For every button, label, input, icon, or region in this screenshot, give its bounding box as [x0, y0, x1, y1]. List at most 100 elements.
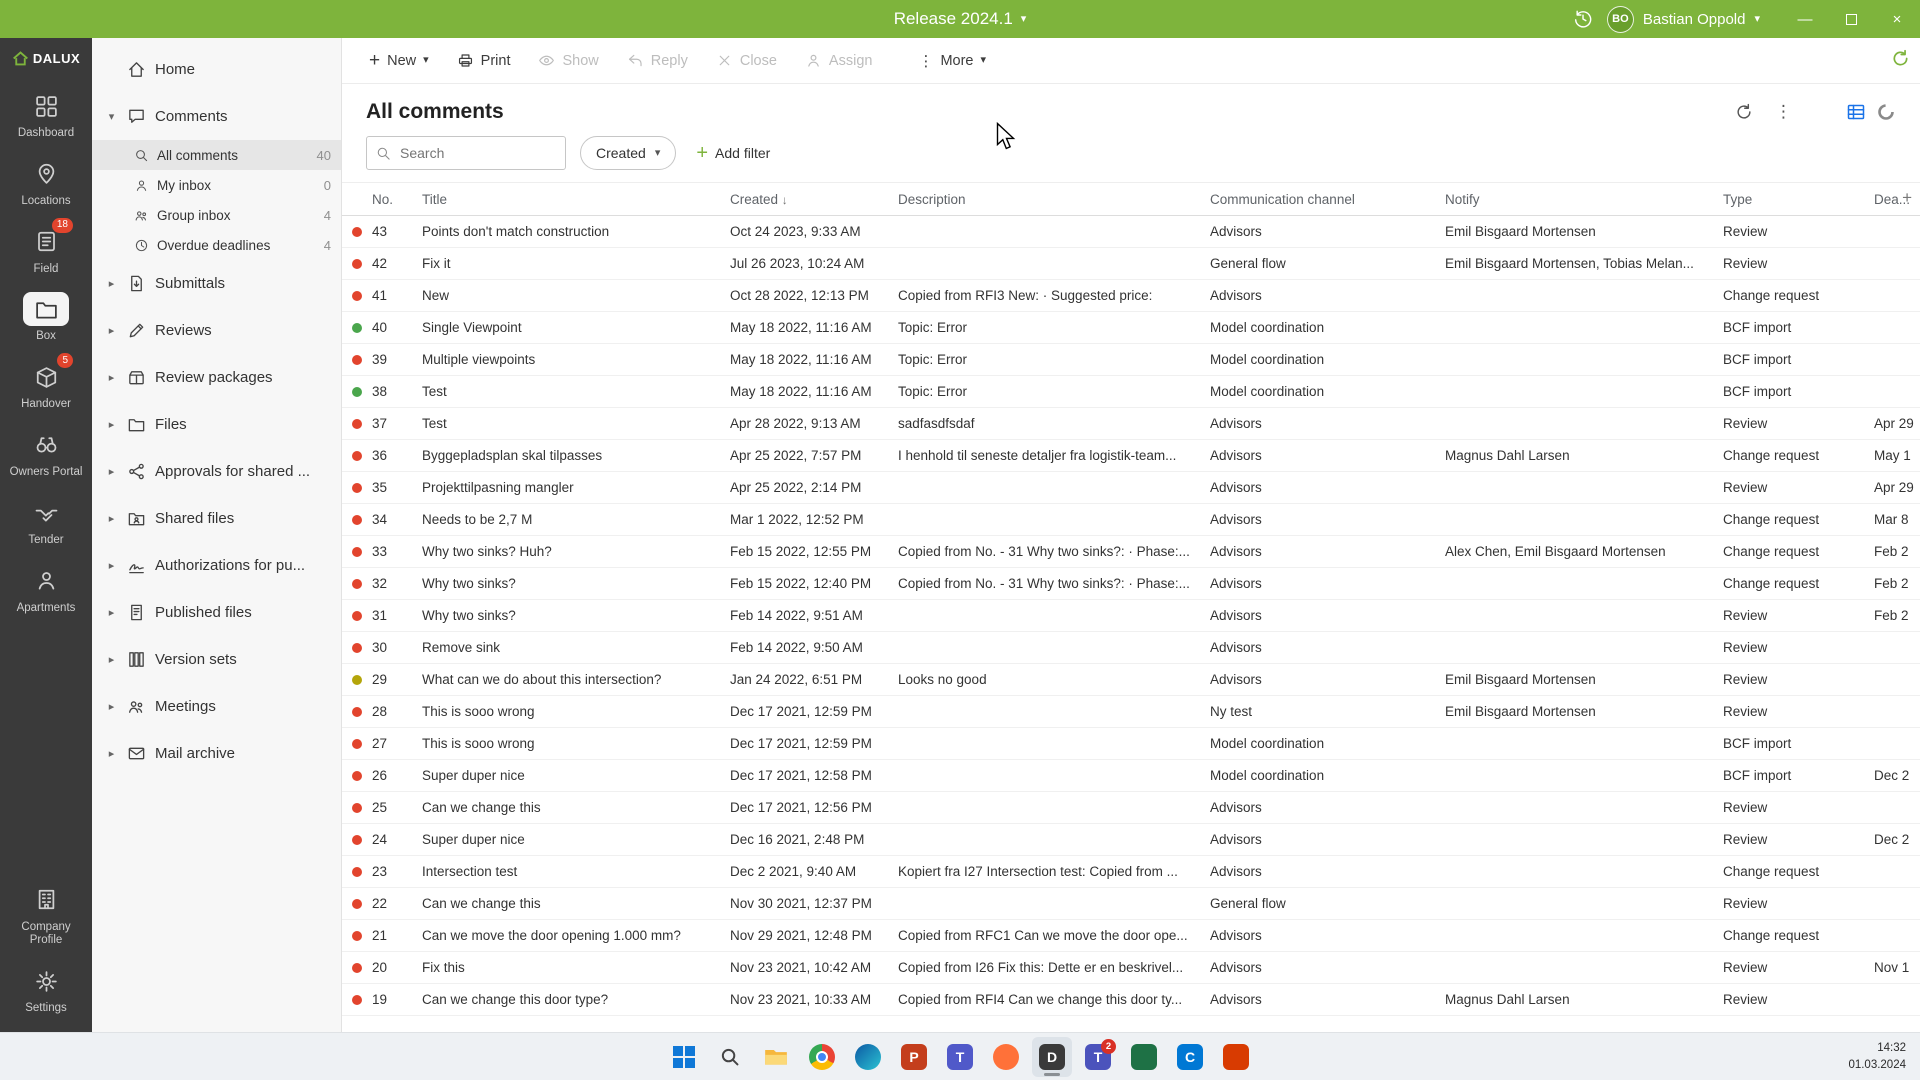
sidebar-subitem-group-inbox[interactable]: Group inbox4 — [92, 200, 341, 230]
table-row-22[interactable]: 22Can we change thisNov 30 2021, 12:37 P… — [342, 888, 1920, 920]
rail-item-handover[interactable]: 5Handover — [4, 352, 88, 420]
cell-no: 37 — [372, 416, 422, 431]
minimize-button[interactable]: — — [1782, 0, 1828, 38]
kebab-menu-icon[interactable]: ⋮ — [1775, 102, 1792, 122]
taskbar-teams-chat[interactable]: T2 — [1078, 1037, 1118, 1077]
table-row-24[interactable]: 24Super duper niceDec 16 2021, 2:48 PMAd… — [342, 824, 1920, 856]
column-title[interactable]: Title — [422, 192, 730, 207]
rail-item-apartments[interactable]: Apartments — [4, 556, 88, 624]
sidebar-item-comments[interactable]: ▾Comments — [92, 93, 341, 140]
table-row-28[interactable]: 28This is sooo wrongDec 17 2021, 12:59 P… — [342, 696, 1920, 728]
table-row-35[interactable]: 35Projekttilpasning manglerApr 25 2022, … — [342, 472, 1920, 504]
table-row-32[interactable]: 32Why two sinks?Feb 15 2022, 12:40 PMCop… — [342, 568, 1920, 600]
created-filter-dropdown[interactable]: Created ▾ — [580, 136, 676, 170]
column-description[interactable]: Description — [898, 192, 1210, 207]
close-comment-button[interactable]: Close — [703, 44, 790, 77]
taskbar-edge[interactable] — [848, 1037, 888, 1077]
release-selector[interactable]: Release 2024.1 ▾ — [894, 9, 1027, 29]
taskbar-powerpoint[interactable]: P — [894, 1037, 934, 1077]
sidebar-item-submittals[interactable]: ▸Submittals — [92, 260, 341, 307]
taskbar-firefox[interactable] — [986, 1037, 1026, 1077]
sidebar-item-review-packages[interactable]: ▸Review packages — [92, 354, 341, 401]
table-row-41[interactable]: 41NewOct 28 2022, 12:13 PMCopied from RF… — [342, 280, 1920, 312]
table-row-31[interactable]: 31Why two sinks?Feb 14 2022, 9:51 AMAdvi… — [342, 600, 1920, 632]
sidebar-item-meetings[interactable]: ▸Meetings — [92, 683, 341, 730]
table-row-42[interactable]: 42Fix itJul 26 2023, 10:24 AMGeneral flo… — [342, 248, 1920, 280]
table-row-36[interactable]: 36Byggepladsplan skal tilpassesApr 25 20… — [342, 440, 1920, 472]
sidebar-item-home[interactable]: Home — [92, 46, 341, 93]
user-menu[interactable]: BO Bastian Oppold ▾ — [1607, 6, 1760, 33]
print-button[interactable]: Print — [444, 44, 524, 77]
sidebar-item-files[interactable]: ▸Files — [92, 401, 341, 448]
sidebar-item-mail-archive[interactable]: ▸Mail archive — [92, 730, 341, 777]
table-row-30[interactable]: 30Remove sinkFeb 14 2022, 9:50 AMAdvisor… — [342, 632, 1920, 664]
rail-item-box[interactable]: Box — [4, 284, 88, 352]
table-row-33[interactable]: 33Why two sinks? Huh?Feb 15 2022, 12:55 … — [342, 536, 1920, 568]
table-row-19[interactable]: 19Can we change this door type?Nov 23 20… — [342, 984, 1920, 1016]
table-row-39[interactable]: 39Multiple viewpointsMay 18 2022, 11:16 … — [342, 344, 1920, 376]
table-row-34[interactable]: 34Needs to be 2,7 MMar 1 2022, 12:52 PMA… — [342, 504, 1920, 536]
rail-item-locations[interactable]: Locations — [4, 149, 88, 217]
rail-item-field[interactable]: 18Field — [4, 217, 88, 285]
taskbar-dalux-box[interactable]: D — [1032, 1037, 1072, 1077]
column-no[interactable]: No. — [372, 192, 422, 207]
column-type[interactable]: Type — [1723, 192, 1874, 207]
sidebar-item-version-sets[interactable]: ▸Version sets — [92, 636, 341, 683]
more-button[interactable]: ⋮ More ▾ — [905, 44, 999, 78]
taskbar-green-app[interactable] — [1124, 1037, 1164, 1077]
cell-description: Copied from RFI4 Can we change this door… — [898, 992, 1210, 1007]
table-row-23[interactable]: 23Intersection testDec 2 2021, 9:40 AMKo… — [342, 856, 1920, 888]
sidebar-item-shared-files[interactable]: ▸Shared files — [92, 495, 341, 542]
sidebar-item-published-files[interactable]: ▸Published files — [92, 589, 341, 636]
close-button[interactable]: × — [1874, 0, 1920, 38]
sidebar-item-reviews[interactable]: ▸Reviews — [92, 307, 341, 354]
table-row-43[interactable]: 43Points don't match constructionOct 24 … — [342, 216, 1920, 248]
search-input[interactable] — [398, 144, 556, 162]
column-created[interactable]: Created ↓ — [730, 192, 898, 207]
cell-status — [342, 867, 372, 877]
rail-item-owners-portal[interactable]: Owners Portal — [4, 420, 88, 488]
maximize-button[interactable] — [1828, 0, 1874, 38]
chart-view-icon[interactable] — [1876, 102, 1896, 122]
assign-button[interactable]: Assign — [792, 44, 886, 77]
table-row-25[interactable]: 25Can we change thisDec 17 2021, 12:56 P… — [342, 792, 1920, 824]
sync-icon[interactable] — [1891, 49, 1910, 73]
column-dea[interactable]: Dea... — [1874, 192, 1920, 207]
taskbar-red-app[interactable] — [1216, 1037, 1256, 1077]
table-row-20[interactable]: 20Fix thisNov 23 2021, 10:42 AMCopied fr… — [342, 952, 1920, 984]
sidebar-subitem-all-comments[interactable]: All comments40 — [92, 140, 341, 170]
show-button[interactable]: Show — [525, 44, 611, 77]
refresh-icon[interactable] — [1735, 103, 1753, 121]
add-filter-button[interactable]: + Add filter — [690, 144, 776, 162]
taskbar-file-explorer[interactable] — [756, 1037, 796, 1077]
sidebar-item-authorizations-for-pu[interactable]: ▸Authorizations for pu... — [92, 542, 341, 589]
taskbar-code-app[interactable]: C — [1170, 1037, 1210, 1077]
table-row-40[interactable]: 40Single ViewpointMay 18 2022, 11:16 AMT… — [342, 312, 1920, 344]
taskbar-start[interactable] — [664, 1037, 704, 1077]
taskbar-teams[interactable]: T — [940, 1037, 980, 1077]
reply-button[interactable]: Reply — [614, 44, 701, 77]
column-notify[interactable]: Notify — [1445, 192, 1723, 207]
table-row-37[interactable]: 37TestApr 28 2022, 9:13 AMsadfasdfsdafAd… — [342, 408, 1920, 440]
table-row-29[interactable]: 29What can we do about this intersection… — [342, 664, 1920, 696]
sidebar-subitem-overdue-deadlines[interactable]: Overdue deadlines4 — [92, 230, 341, 260]
rail-item-tender[interactable]: Tender — [4, 488, 88, 556]
taskbar-clock[interactable]: 14:32 01.03.2024 — [1848, 1040, 1920, 1072]
chevron-right-icon: ▸ — [105, 606, 118, 619]
new-button[interactable]: + New ▾ — [356, 45, 442, 77]
taskbar-chrome[interactable] — [802, 1037, 842, 1077]
history-icon[interactable] — [1573, 9, 1593, 29]
rail-item-dashboard[interactable]: Dashboard — [4, 81, 88, 149]
add-column-icon[interactable]: + — [1902, 188, 1912, 208]
rail-item-company-profile[interactable]: Company Profile — [0, 875, 92, 957]
rail-item-settings[interactable]: Settings — [0, 956, 92, 1024]
table-row-26[interactable]: 26Super duper niceDec 17 2021, 12:58 PMM… — [342, 760, 1920, 792]
table-row-27[interactable]: 27This is sooo wrongDec 17 2021, 12:59 P… — [342, 728, 1920, 760]
taskbar-search[interactable] — [710, 1037, 750, 1077]
sidebar-subitem-my-inbox[interactable]: My inbox0 — [92, 170, 341, 200]
table-row-38[interactable]: 38TestMay 18 2022, 11:16 AMTopic: ErrorM… — [342, 376, 1920, 408]
table-row-21[interactable]: 21Can we move the door opening 1.000 mm?… — [342, 920, 1920, 952]
column-communication-channel[interactable]: Communication channel — [1210, 192, 1445, 207]
sidebar-item-approvals-for-shared[interactable]: ▸Approvals for shared ... — [92, 448, 341, 495]
table-view-icon[interactable] — [1846, 102, 1866, 122]
